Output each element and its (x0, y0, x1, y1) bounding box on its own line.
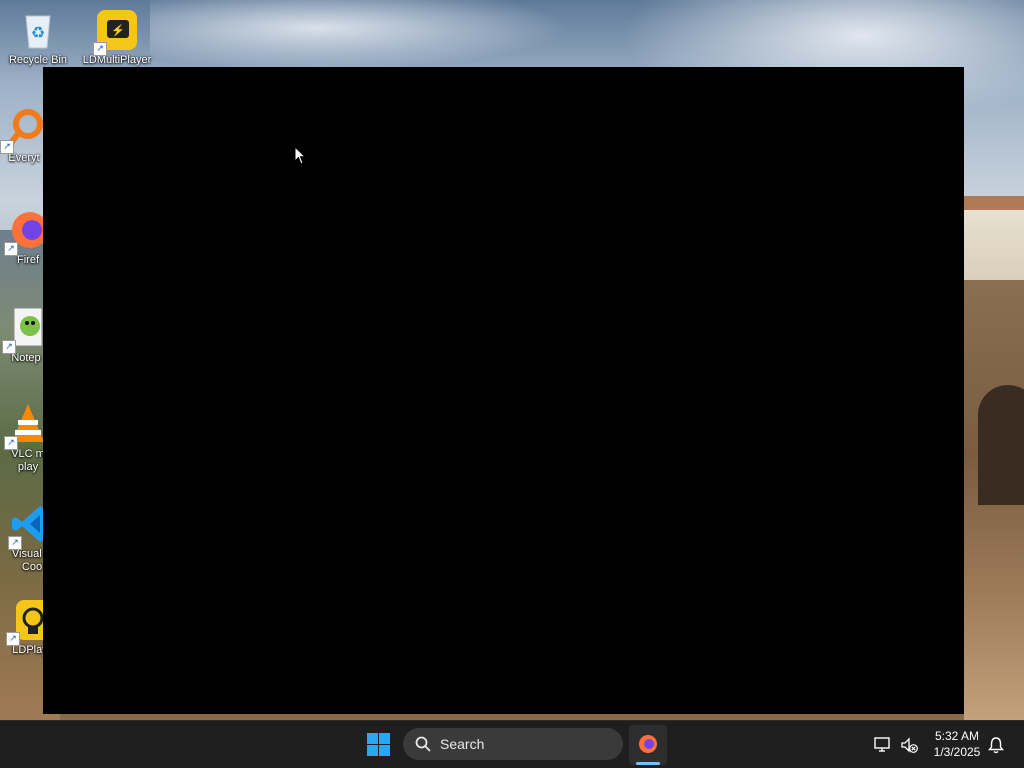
mouse-cursor-icon (294, 146, 307, 165)
desktop-icon-label: Recycle Bin (8, 54, 68, 66)
windows-logo-pane (367, 733, 378, 744)
desktop-icon-label-line: Coo (21, 561, 43, 573)
notepad-plus-plus-icon: ↗ (2, 306, 48, 354)
svg-text:♻: ♻ (31, 25, 45, 42)
clock-date: 1/3/2025 (933, 745, 981, 759)
recycle-bin-icon: ♻ (16, 8, 60, 52)
wallpaper-house (964, 200, 1024, 290)
wallpaper-cloud (150, 0, 570, 70)
taskbar-clock[interactable]: 5:32 AM 1/3/2025 (926, 728, 988, 760)
shortcut-arrow-icon: ↗ (2, 340, 16, 354)
everything-search-icon: ↗ (0, 106, 46, 154)
active-app-indicator (636, 762, 660, 765)
taskbar: Search 5:32 AM 1/3/2025 (0, 720, 1024, 768)
notification-bell-icon[interactable] (986, 735, 1006, 755)
display-network-icon[interactable] (873, 735, 893, 755)
desktop-icon-ldmultiplayer[interactable]: ⚡ ↗ LDMultiPlayer (79, 8, 155, 67)
windows-logo-pane (367, 745, 378, 756)
sound-muted-icon[interactable] (899, 735, 919, 755)
shortcut-arrow-icon: ↗ (4, 242, 18, 256)
start-button[interactable] (364, 730, 394, 760)
taskbar-app-firefox[interactable] (629, 725, 667, 765)
shortcut-arrow-icon: ↗ (93, 42, 107, 56)
shortcut-arrow-icon: ↗ (6, 632, 20, 646)
desktop-icon-recycle-bin[interactable]: ♻ Recycle Bin (0, 8, 76, 67)
black-app-window[interactable] (43, 67, 964, 714)
svg-text:⚡: ⚡ (111, 24, 125, 37)
firefox-icon (639, 735, 657, 753)
windows-logo-pane (379, 733, 390, 744)
windows-logo-pane (379, 745, 390, 756)
clock-time: 5:32 AM (934, 729, 980, 743)
shortcut-arrow-icon: ↗ (0, 140, 14, 154)
wallpaper-roof (964, 196, 1024, 210)
shortcut-arrow-icon: ↗ (4, 436, 18, 450)
search-placeholder: Search (440, 736, 485, 752)
desktop-icon-label-line: play (17, 461, 39, 473)
desktop-icon-label: LDMultiPlayer (82, 54, 152, 66)
shortcut-arrow-icon: ↗ (8, 536, 22, 550)
search-icon (415, 736, 431, 752)
taskbar-search-box[interactable]: Search (403, 728, 623, 760)
ldmultiplayer-icon: ⚡ ↗ (93, 8, 139, 56)
wallpaper-bridge-arch (978, 385, 1024, 505)
